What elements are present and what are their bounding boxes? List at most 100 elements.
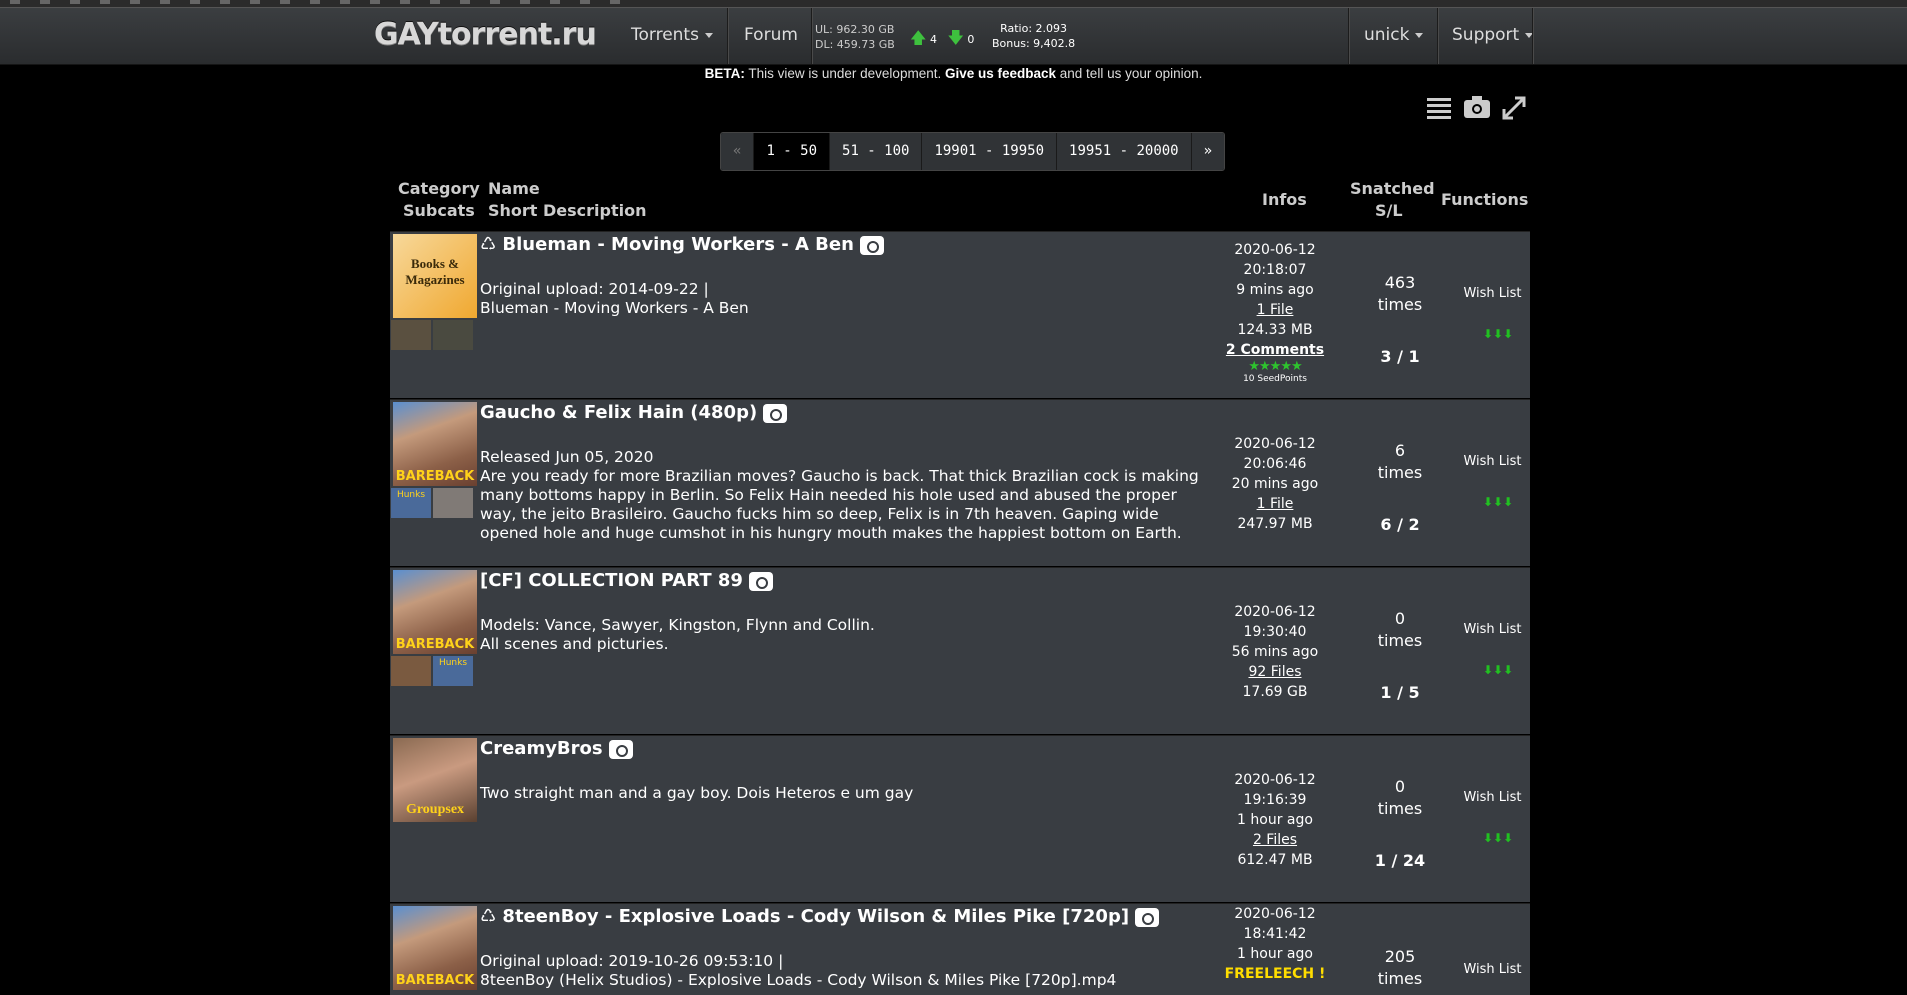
subcat-thumbnail[interactable] xyxy=(391,320,431,350)
forum-link[interactable]: Forum xyxy=(744,25,798,45)
wishlist-button[interactable]: Wish List xyxy=(1455,286,1530,301)
subcat-thumbnail[interactable]: Hunks xyxy=(433,656,473,686)
snatched-unit: times xyxy=(1377,295,1423,314)
torrent-title-text: [CF] COLLECTION PART 89 xyxy=(480,570,743,591)
category-thumbnail[interactable]: Books & Magazines xyxy=(393,234,477,318)
peer-counts[interactable]: 🡅 4 🡇 0 xyxy=(910,27,974,54)
category-thumbnail[interactable]: Groupsex xyxy=(393,738,477,822)
beta-notice: BETA: This view is under development. Gi… xyxy=(0,66,1907,81)
camera-icon[interactable] xyxy=(763,403,788,423)
torrent-size: 612.47 MB xyxy=(1237,852,1313,868)
seeders-leechers: 6 / 2 xyxy=(1380,515,1420,534)
table-row: Groupsex CreamyBros Two straight man and… xyxy=(390,735,1530,902)
upload-stat: UL: 962.30 GB xyxy=(815,23,895,36)
description-line: Original upload: 2014-09-22 | xyxy=(480,280,709,298)
category-thumbnail[interactable]: BAREBACK xyxy=(393,402,477,486)
next-page-button[interactable]: » xyxy=(1191,133,1225,170)
subcat-thumbnail[interactable] xyxy=(391,656,431,686)
torrent-title[interactable]: CreamyBros xyxy=(480,738,633,759)
support-menu[interactable]: Support xyxy=(1452,25,1534,45)
caret-down-icon xyxy=(704,32,713,38)
snatched-unit: times xyxy=(1377,969,1423,988)
torrent-infos: 2020-06-12 19:30:40 56 mins ago 92 Files… xyxy=(1210,602,1340,702)
subcat-label: Hunks xyxy=(438,658,468,668)
download-icon[interactable]: ⬇⬇⬇ xyxy=(1483,328,1513,340)
col-snatched[interactable]: Snatched xyxy=(1350,178,1435,199)
snatched-count: 6 times xyxy=(1355,440,1445,484)
beta-text-end: and tell us your opinion. xyxy=(1056,66,1203,81)
page-button[interactable]: 1 - 50 xyxy=(754,133,831,170)
camera-icon[interactable] xyxy=(859,235,884,255)
page-button[interactable]: 19901 - 19950 xyxy=(922,133,1058,170)
description-line: Are you ready for more Brazilian moves? … xyxy=(480,467,1199,542)
torrent-title[interactable]: [CF] COLLECTION PART 89 xyxy=(480,570,773,591)
top-navbar: GAYtorrent.ru Torrents Forum UL: 962.30 … xyxy=(0,7,1907,65)
files-link[interactable]: 1 File xyxy=(1257,302,1294,318)
page-button[interactable]: 19951 - 20000 xyxy=(1057,133,1192,170)
camera-icon[interactable] xyxy=(748,571,773,591)
col-functions: Functions xyxy=(1441,190,1529,209)
seeders-leechers: 3 / 1 xyxy=(1380,347,1420,366)
nav-divider xyxy=(1532,8,1533,64)
upload-ago: 56 mins ago xyxy=(1231,644,1319,660)
wishlist-button[interactable]: Wish List xyxy=(1455,962,1530,977)
ratio-bonus[interactable]: Ratio: 2.093 Bonus: 9,402.8 xyxy=(992,21,1075,51)
subcat-label: Hunks xyxy=(396,490,426,500)
expand-icon[interactable] xyxy=(1501,95,1527,128)
torrent-infos: 2020-06-12 18:41:42 1 hour ago FREELEECH… xyxy=(1210,904,1340,984)
bonus-value: Bonus: 9,402.8 xyxy=(992,37,1076,50)
feedback-link[interactable]: Give us feedback xyxy=(945,66,1056,81)
camera-icon[interactable] xyxy=(608,739,633,759)
torrent-title[interactable]: ♺ 8teenBoy - Explosive Loads - Cody Wils… xyxy=(480,906,1160,927)
download-icon[interactable]: ⬇⬇⬇ xyxy=(1483,664,1513,676)
torrent-title-text: CreamyBros xyxy=(480,738,603,759)
recycle-icon: ♺ xyxy=(480,234,497,255)
files-link[interactable]: 1 File xyxy=(1257,496,1294,512)
user-menu[interactable]: unick xyxy=(1364,25,1424,45)
torrent-size: 247.97 MB xyxy=(1237,516,1313,532)
torrents-menu[interactable]: Torrents xyxy=(631,25,713,45)
comments-link[interactable]: 2 Comments xyxy=(1226,342,1324,358)
files-link[interactable]: 92 Files xyxy=(1249,664,1302,680)
snatched-value: 205 xyxy=(1384,947,1416,966)
upload-time: 19:16:39 xyxy=(1243,792,1307,808)
snatched-value: 0 xyxy=(1394,777,1406,796)
seeders-leechers: 1 / 5 xyxy=(1380,683,1420,702)
upload-time: 20:18:07 xyxy=(1243,262,1307,278)
col-infos[interactable]: Infos xyxy=(1262,189,1307,210)
camera-icon[interactable] xyxy=(1135,907,1160,927)
col-category[interactable]: Category xyxy=(398,178,480,199)
upload-time: 20:06:46 xyxy=(1243,456,1307,472)
download-icon[interactable]: ⬇⬇⬇ xyxy=(1483,832,1513,844)
upload-ago: 1 hour ago xyxy=(1237,812,1313,828)
col-sl[interactable]: S/L xyxy=(1375,200,1403,221)
category-thumbnail[interactable]: BAREBACK xyxy=(393,570,477,654)
files-link[interactable]: 2 Files xyxy=(1253,832,1297,848)
page-button[interactable]: 51 - 100 xyxy=(830,133,923,170)
prev-page-button[interactable]: « xyxy=(721,133,755,170)
torrent-title[interactable]: Gaucho & Felix Hain (480p) xyxy=(480,402,788,423)
subcat-thumbnail[interactable] xyxy=(433,488,473,518)
arrow-down-icon: 🡇 xyxy=(947,28,964,47)
camera-icon[interactable] xyxy=(1463,95,1491,126)
subcat-thumbnail[interactable]: Hunks xyxy=(391,488,431,518)
snatched-value: 0 xyxy=(1394,609,1406,628)
subcat-thumbnail[interactable] xyxy=(433,320,473,350)
list-icon[interactable] xyxy=(1425,95,1453,126)
upload-date: 2020-06-12 xyxy=(1234,242,1316,258)
snatched-unit: times xyxy=(1377,631,1423,650)
category-thumbnail[interactable]: BAREBACK xyxy=(393,906,477,990)
wishlist-button[interactable]: Wish List xyxy=(1455,622,1530,637)
torrent-title[interactable]: ♺ Blueman - Moving Workers - A Ben xyxy=(480,234,884,255)
upload-time: 18:41:42 xyxy=(1243,926,1307,942)
col-name[interactable]: Name xyxy=(488,178,540,199)
torrent-title-text: Blueman - Moving Workers - A Ben xyxy=(502,234,854,255)
wishlist-button[interactable]: Wish List xyxy=(1455,790,1530,805)
beta-text: This view is under development. xyxy=(744,66,945,81)
download-stat: DL: 459.73 GB xyxy=(815,38,895,51)
site-logo[interactable]: GAYtorrent.ru xyxy=(374,17,597,52)
upload-date: 2020-06-12 xyxy=(1234,604,1316,620)
short-description: Models: Vance, Sawyer, Kingston, Flynn a… xyxy=(480,616,1215,654)
wishlist-button[interactable]: Wish List xyxy=(1455,454,1530,469)
download-icon[interactable]: ⬇⬇⬇ xyxy=(1483,496,1513,508)
